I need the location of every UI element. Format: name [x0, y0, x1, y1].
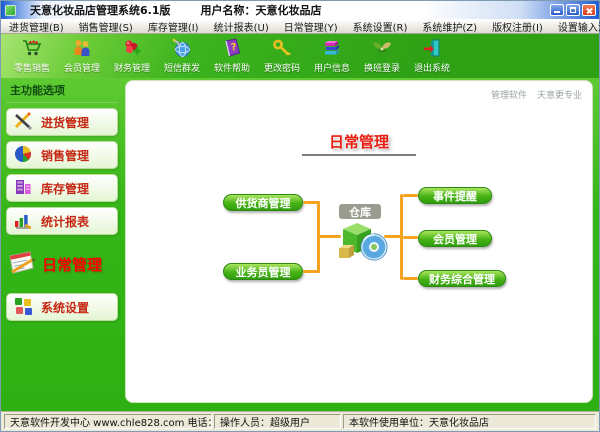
- toolbar-label: 更改密码: [264, 61, 300, 74]
- menu-maintenance[interactable]: 系统维护(Z): [422, 19, 477, 34]
- report-chart-icon: [12, 209, 34, 234]
- menu-daily[interactable]: 日常管理(Y): [284, 19, 338, 34]
- purchase-tools-icon: [12, 110, 34, 135]
- menu-bar: 进货管理(B) 销售管理(S) 库存管理(I) 统计报表(U) 日常管理(Y) …: [1, 19, 599, 34]
- blocks-icon: [12, 295, 34, 320]
- sidebar-item-label: 日常管理: [42, 254, 102, 275]
- app-window: 天意化妆品店管理系统6.1版 用户名称：天意化妆品店 进货管理(B) 销售管理(…: [0, 0, 600, 432]
- page-title: 日常管理: [126, 131, 592, 152]
- handshake-icon: [370, 36, 394, 60]
- sidebar: 主功能选项 进货管理 销售管理 库存管理: [1, 78, 125, 411]
- window-user-label: 用户名称：天意化妆品店: [201, 2, 322, 18]
- slogan-part2: 天意更专业: [537, 88, 582, 101]
- window-controls: [550, 4, 596, 16]
- toolbar-label: 退出系统: [414, 61, 450, 74]
- restore-icon: [570, 7, 576, 13]
- toolbar: 零售销售 会员管理 财务管理 短信群发 ? 软件帮助: [1, 34, 599, 78]
- menu-purchase[interactable]: 进货管理(B): [9, 19, 64, 34]
- diagram-node-salesman-mgmt[interactable]: 业务员管理: [223, 263, 303, 280]
- sidebar-item-label: 销售管理: [41, 147, 89, 164]
- menu-sales[interactable]: 销售管理(S): [79, 19, 133, 34]
- toolbar-label: 会员管理: [64, 61, 100, 74]
- minimize-icon: [554, 11, 560, 13]
- title-underline: [302, 154, 416, 156]
- slogan: 管理软件 天意更专业: [491, 88, 582, 101]
- calendar-pencil-icon: [6, 246, 38, 282]
- sidebar-item-daily[interactable]: 日常管理: [6, 240, 118, 288]
- status-bar: 天意软件开发中心 www.chle828.com 电话：0635-7987985…: [1, 411, 599, 431]
- content-area: 主功能选项 进货管理 销售管理 库存管理: [1, 78, 599, 411]
- menu-stock[interactable]: 库存管理(I): [148, 19, 199, 34]
- menu-settings[interactable]: 系统设置(R): [353, 19, 408, 34]
- toolbar-retail-sale[interactable]: 零售销售: [7, 36, 57, 74]
- toolbar-label: 用户信息: [314, 61, 350, 74]
- sidebar-header: 主功能选项: [6, 81, 118, 103]
- app-icon: [5, 5, 16, 16]
- sidebar-item-label: 系统设置: [41, 299, 89, 316]
- toolbar-label: 短信群发: [164, 61, 200, 74]
- title-bar: 天意化妆品店管理系统6.1版 用户名称：天意化妆品店: [1, 1, 599, 19]
- books-stack-icon: [320, 36, 344, 60]
- sidebar-item-reports[interactable]: 统计报表: [6, 207, 118, 235]
- status-company: 本软件使用单位：天意化妆品店: [343, 414, 596, 429]
- toolbar-label: 财务管理: [114, 61, 150, 74]
- close-button[interactable]: [582, 4, 596, 16]
- cart-icon: [20, 36, 44, 60]
- stock-cabinet-icon: [12, 176, 34, 201]
- warehouse-label: 仓库: [339, 204, 381, 219]
- sidebar-item-settings[interactable]: 系统设置: [6, 293, 118, 321]
- finance-icon: [120, 36, 144, 60]
- restore-button[interactable]: [566, 4, 580, 16]
- status-operator: 操作人员：超级用户: [214, 414, 341, 429]
- toolbar-sms-broadcast[interactable]: 短信群发: [157, 36, 207, 74]
- connector-line: [403, 277, 418, 280]
- sidebar-item-sales[interactable]: 销售管理: [6, 141, 118, 169]
- toolbar-member-mgmt[interactable]: 会员管理: [57, 36, 107, 74]
- help-book-icon: ?: [220, 36, 244, 60]
- toolbar-finance-mgmt[interactable]: 财务管理: [107, 36, 157, 74]
- members-icon: [70, 36, 94, 60]
- connector-line: [403, 194, 418, 197]
- slogan-part1: 管理软件: [491, 88, 527, 101]
- key-icon: [270, 36, 294, 60]
- status-dev-info: 天意软件开发中心 www.chle828.com 电话：0635-7987985…: [4, 414, 212, 429]
- main-panel: 管理软件 天意更专业 日常管理 供货商管理 业务员管理 事件提醒 会员管理 财务…: [125, 80, 593, 403]
- warehouse-box-cd-icon: [335, 217, 389, 263]
- diagram-node-supplier-mgmt[interactable]: 供货商管理: [223, 194, 303, 211]
- menu-register[interactable]: 版权注册(I): [492, 19, 543, 34]
- diagram-node-finance-mgmt[interactable]: 财务综合管理: [418, 270, 506, 287]
- sms-globe-icon: [170, 36, 194, 60]
- toolbar-shift-login[interactable]: 换班登录: [357, 36, 407, 74]
- sidebar-item-label: 库存管理: [41, 180, 89, 197]
- diagram-node-member-mgmt[interactable]: 会员管理: [418, 230, 492, 247]
- toolbar-user-info[interactable]: 用户信息: [307, 36, 357, 74]
- menu-reports[interactable]: 统计报表(U): [214, 19, 269, 34]
- toolbar-label: 零售销售: [14, 61, 50, 74]
- toolbar-exit-system[interactable]: 退出系统: [407, 36, 457, 74]
- toolbar-label: 软件帮助: [214, 61, 250, 74]
- diagram-node-event-reminder[interactable]: 事件提醒: [418, 187, 492, 204]
- minimize-button[interactable]: [550, 4, 564, 16]
- sidebar-item-label: 进货管理: [41, 114, 89, 131]
- sidebar-item-purchase[interactable]: 进货管理: [6, 108, 118, 136]
- pie-chart-icon: [12, 143, 34, 168]
- exit-door-icon: [420, 36, 444, 60]
- menu-input-method[interactable]: 设置输入法(Z): [558, 19, 600, 34]
- toolbar-label: 换班登录: [364, 61, 400, 74]
- toolbar-change-password[interactable]: 更改密码: [257, 36, 307, 74]
- toolbar-software-help[interactable]: ? 软件帮助: [207, 36, 257, 74]
- connector-line: [403, 236, 418, 239]
- window-title: 天意化妆品店管理系统6.1版: [30, 2, 171, 18]
- sidebar-item-label: 统计报表: [41, 213, 89, 230]
- sidebar-item-stock[interactable]: 库存管理: [6, 174, 118, 202]
